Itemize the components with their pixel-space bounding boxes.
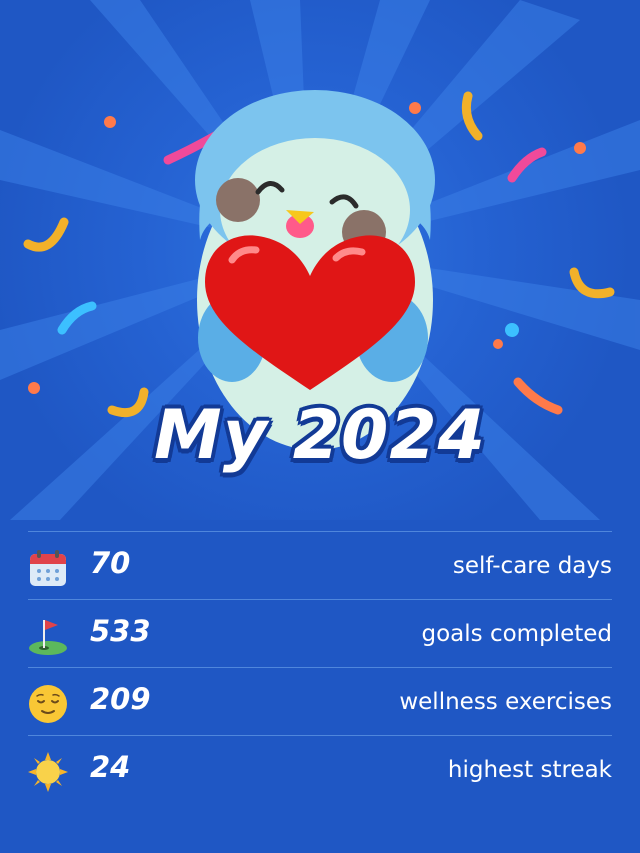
stat-value: 209 bbox=[90, 682, 151, 716]
stat-value: 533 bbox=[90, 614, 151, 648]
stat-label: wellness exercises bbox=[399, 689, 612, 715]
stats-list: 70 self-care days 533 goals completed 20… bbox=[28, 531, 612, 803]
page-title: My 2024 bbox=[154, 396, 486, 475]
stat-value: 24 bbox=[90, 750, 131, 784]
hero-illustration: My 2024 bbox=[0, 0, 640, 520]
golf-flag-icon bbox=[29, 620, 67, 655]
relieved-face-icon bbox=[29, 685, 67, 723]
stat-row-highest-streak: 24 highest streak bbox=[28, 735, 612, 803]
stat-label: self-care days bbox=[452, 553, 612, 579]
stat-label: goals completed bbox=[421, 621, 612, 647]
sun-icon bbox=[28, 752, 68, 792]
stat-row-wellness-exercises: 209 wellness exercises bbox=[28, 667, 612, 735]
calendar-icon bbox=[30, 550, 66, 586]
stat-label: highest streak bbox=[447, 757, 612, 783]
stat-value: 70 bbox=[90, 546, 131, 580]
stat-row-goals-completed: 533 goals completed bbox=[28, 599, 612, 667]
stat-row-self-care-days: 70 self-care days bbox=[28, 531, 612, 599]
